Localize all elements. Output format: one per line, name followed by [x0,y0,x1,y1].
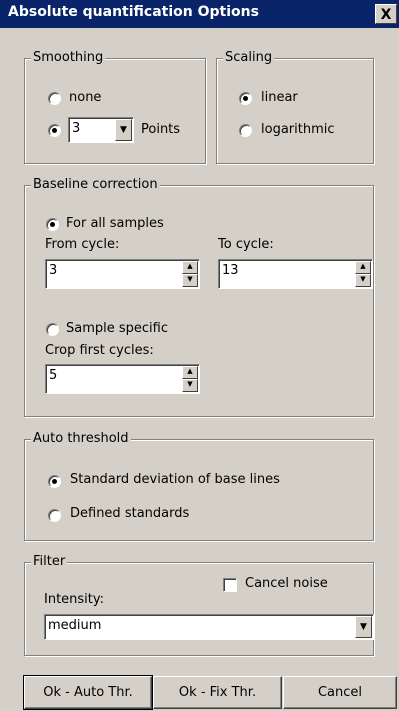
scaling-linear-radio[interactable] [239,92,252,105]
crop-first-cycles-value: 5 [49,368,58,383]
smoothing-group: Smoothing [24,50,206,164]
from-cycle-spinbox[interactable]: 3 ▲ ▼ [45,259,200,289]
baseline-all-samples-label: For all samples [66,216,164,231]
cancel-label: Cancel [317,685,363,700]
chevron-down-icon[interactable]: ▼ [115,119,132,141]
baseline-legend: Baseline correction [31,177,160,192]
filter-legend: Filter [31,554,68,569]
scaling-linear-label: linear [261,90,298,105]
spin-up-icon[interactable]: ▲ [182,261,198,274]
spin-up-icon[interactable]: ▲ [355,261,371,274]
baseline-sample-specific-radio[interactable] [46,323,59,336]
smoothing-none-radio[interactable] [48,92,61,105]
radio-selected-dot [50,222,55,227]
intensity-label: Intensity: [44,592,105,607]
from-cycle-label: From cycle: [45,237,120,252]
title-bar: Absolute quantification Options X [0,0,399,28]
stddev-baselines-radio[interactable] [48,475,61,488]
smoothing-points-select[interactable]: 3 ▼ [68,117,134,143]
spin-up-icon[interactable]: ▲ [182,366,198,379]
ok-fix-threshold-label: Ok - Fix Thr. [178,685,257,700]
cancel-noise-checkbox[interactable] [223,578,237,592]
crop-first-cycles-spinbox[interactable]: 5 ▲ ▼ [45,364,200,394]
ok-fix-threshold-button[interactable]: Ok - Fix Thr. [153,676,282,709]
to-cycle-value: 13 [222,263,239,278]
smoothing-legend: Smoothing [31,50,106,65]
scaling-log-radio[interactable] [239,124,252,137]
scaling-log-label: logarithmic [261,122,335,137]
to-cycle-label: To cycle: [218,237,274,252]
defined-standards-label: Defined standards [70,506,190,521]
radio-selected-dot [52,479,57,484]
close-button[interactable]: X [375,4,397,24]
smoothing-points-radio[interactable] [48,124,61,137]
from-cycle-value: 3 [49,263,58,278]
scaling-legend: Scaling [223,50,275,65]
smoothing-none-label: none [69,90,102,105]
spin-down-icon[interactable]: ▼ [182,379,198,392]
auto-threshold-legend: Auto threshold [31,431,131,446]
baseline-all-samples-radio[interactable] [46,218,59,231]
ok-auto-threshold-label: Ok - Auto Thr. [43,685,133,700]
scaling-group: Scaling [216,50,374,164]
intensity-value: medium [48,618,102,633]
baseline-sample-specific-label: Sample specific [66,321,168,336]
smoothing-points-value: 3 [72,121,81,136]
spin-down-icon[interactable]: ▼ [355,274,371,287]
ok-auto-threshold-button[interactable]: Ok - Auto Thr. [23,675,153,710]
auto-threshold-group: Auto threshold [24,431,374,541]
window-title: Absolute quantification Options [8,4,259,20]
radio-selected-dot [52,128,57,133]
defined-standards-radio[interactable] [48,509,61,522]
cancel-button[interactable]: Cancel [283,676,397,709]
cancel-noise-label: Cancel noise [245,576,328,591]
spin-down-icon[interactable]: ▼ [182,274,198,287]
radio-selected-dot [243,96,248,101]
to-cycle-spinbox[interactable]: 13 ▲ ▼ [218,259,373,289]
stddev-baselines-label: Standard deviation of base lines [70,472,280,487]
close-icon: X [380,7,392,23]
crop-first-cycles-label: Crop first cycles: [45,343,154,358]
chevron-down-icon[interactable]: ▼ [355,616,372,638]
intensity-select[interactable]: medium ▼ [44,614,374,640]
smoothing-points-label: Points [141,122,181,137]
